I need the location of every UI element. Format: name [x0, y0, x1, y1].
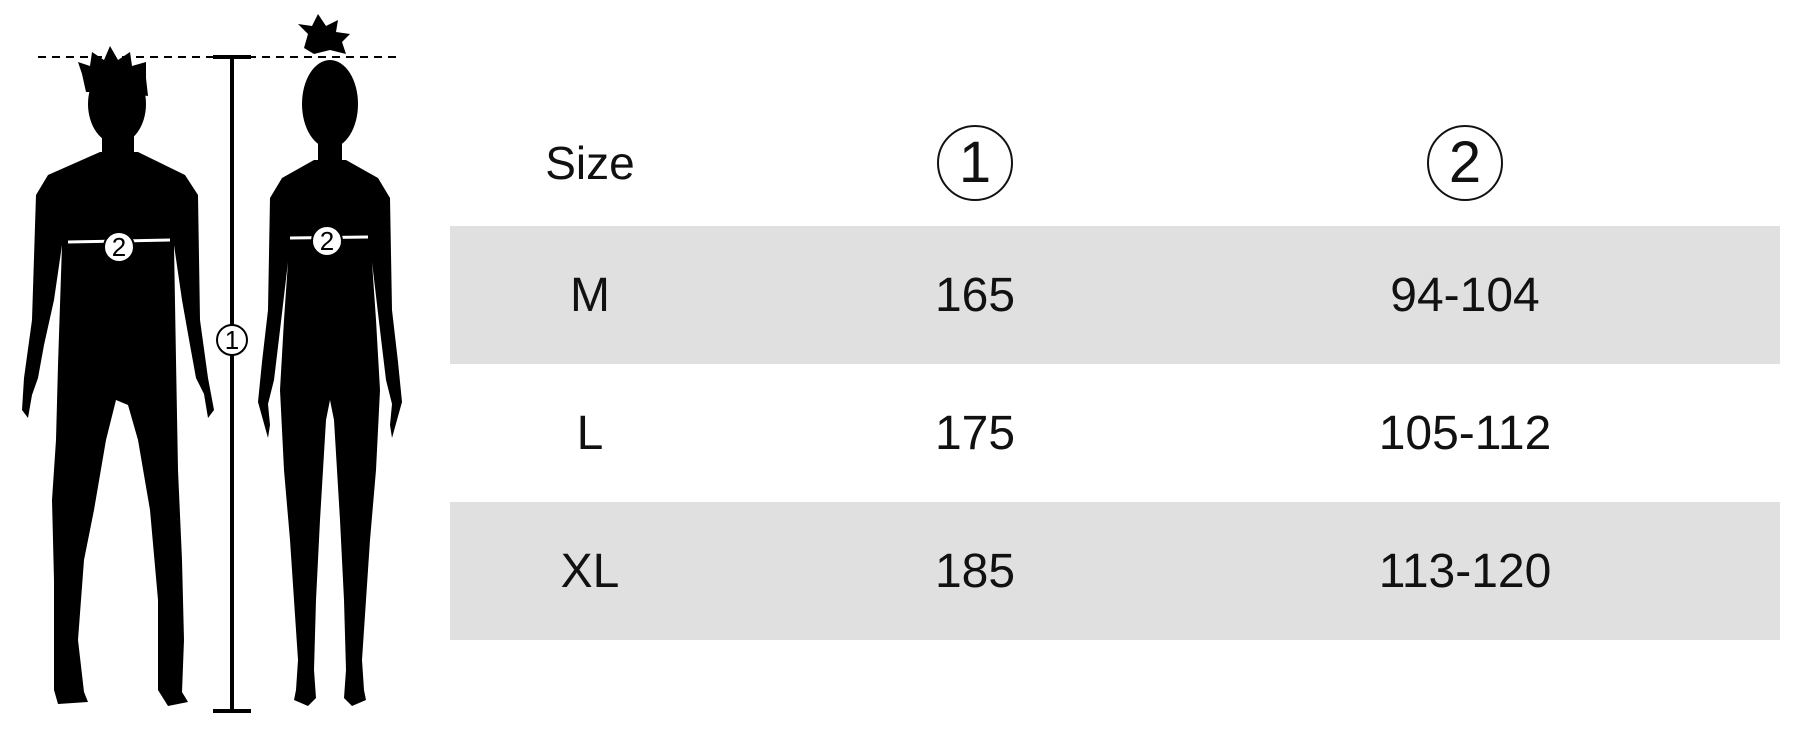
height-measurement-bar: 1: [213, 55, 251, 713]
table-row: M 165 94-104: [450, 226, 1780, 364]
female-chest-marker: 2: [311, 225, 343, 257]
height-circled-number: 1: [937, 125, 1013, 201]
table-row: L 175 105-112: [450, 364, 1780, 502]
male-chest-marker: 2: [103, 231, 135, 263]
height-column-header: 1: [730, 125, 1220, 201]
height-cell: 175: [934, 406, 1016, 460]
size-cell: XL: [560, 544, 620, 598]
male-chest-marker-label: 2: [112, 232, 126, 262]
chest-cell: 94-104: [1390, 268, 1540, 322]
female-chest-marker-label: 2: [320, 226, 334, 256]
chest-cell: 113-120: [1378, 544, 1552, 598]
male-silhouette: [22, 46, 214, 706]
height-marker-label: 1: [225, 325, 239, 355]
chest-cell: 105-112: [1378, 406, 1552, 460]
table-header-row: Size 1 2: [450, 100, 1780, 226]
chest-circled-number: 2: [1427, 125, 1503, 201]
size-column-header: Size: [545, 137, 635, 189]
female-silhouette: [258, 14, 402, 706]
size-chart-table: Size 1 2 M 165 94-104 L 175 105-112 XL 1…: [450, 100, 1780, 640]
measurement-figure: 2 2 1: [0, 0, 450, 732]
silhouettes-illustration: 2 2 1: [22, 14, 402, 713]
chest-column-header: 2: [1220, 125, 1710, 201]
table-row: XL 185 113-120: [450, 502, 1780, 640]
size-cell: M: [570, 268, 610, 322]
height-cell: 165: [934, 268, 1016, 322]
height-cell: 185: [934, 544, 1016, 598]
size-cell: L: [576, 406, 604, 460]
